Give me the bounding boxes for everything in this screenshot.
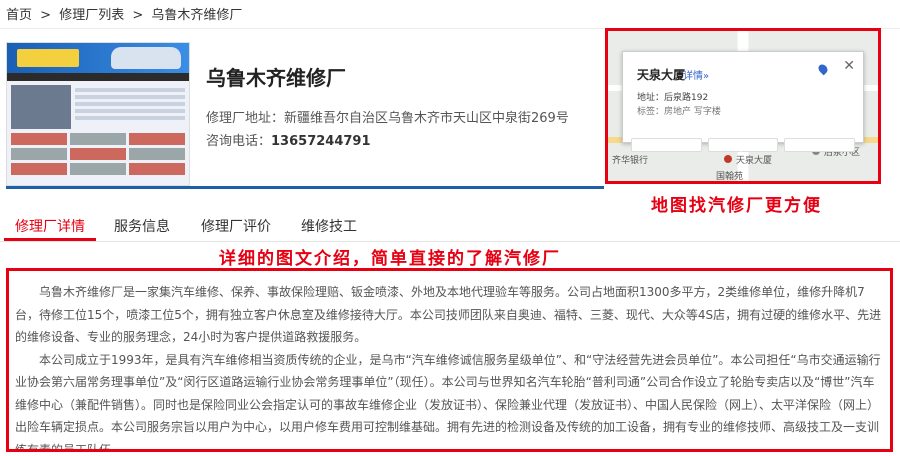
shop-phone: 咨询电话：13657244791 (206, 130, 371, 149)
tab-shop-reviews[interactable]: 修理厂评价 (201, 216, 271, 236)
map-marker-icon[interactable] (724, 155, 732, 163)
breadcrumb-separator: > (40, 8, 52, 23)
thumbnail-car-image (111, 47, 181, 69)
thumbnail-photo (11, 85, 71, 129)
header-accent-line (6, 186, 604, 189)
tab-bar: 修理厂详情 服务信息 修理厂评价 维修技工 (0, 208, 900, 242)
close-icon[interactable]: ✕ (843, 58, 855, 74)
map-label: 国翰苑 (716, 172, 744, 182)
breadcrumb-current: 乌鲁木齐维修厂 (151, 8, 243, 23)
popup-detail-link[interactable]: 详情» (683, 67, 709, 82)
tab-shop-details[interactable]: 修理厂详情 (15, 216, 85, 236)
shop-address: 修理厂地址：新疆维吾尔自治区乌鲁木齐市天山区中泉街269号 (206, 111, 569, 126)
promo-caption: 详细的图文介绍，简单直接的了解汽修厂 (219, 249, 561, 269)
thumbnail-gallery (7, 133, 189, 175)
active-tab-indicator (4, 238, 96, 241)
phone-label: 咨询电话： (206, 134, 272, 149)
thumbnail-nav (7, 73, 189, 81)
popup-action-button[interactable] (784, 138, 856, 152)
thumbnail-banner (7, 43, 189, 73)
popup-action-button[interactable] (631, 138, 702, 152)
breadcrumb-shop-list[interactable]: 修理厂列表 (59, 8, 124, 23)
popup-address: 地址：后泉路192 (637, 93, 709, 103)
breadcrumb-separator: > (132, 8, 144, 23)
shop-thumbnail[interactable] (6, 42, 190, 186)
phone-number[interactable]: 13657244791 (271, 134, 371, 149)
description-paragraph: 本公司成立于1993年，是具有汽车维修相当资质传统的企业，是乌市“汽车维修诚信服… (15, 352, 881, 452)
shop-description: 乌鲁木齐维修厂是一家集汽车维修、保养、事故保险理赔、钣金喷漆、外地及本地代理验车… (6, 268, 893, 452)
breadcrumb: 首页 > 修理厂列表 > 乌鲁木齐维修厂 (6, 4, 246, 23)
thumbnail-content (7, 81, 189, 133)
location-pin-icon (816, 62, 830, 76)
thumbnail-logo (17, 49, 79, 67)
map-label: 齐华银行 (612, 156, 649, 166)
popup-pointer (733, 142, 749, 152)
description-paragraph: 乌鲁木齐维修厂是一家集汽车维修、保养、事故保险理赔、钣金喷漆、外地及本地代理验车… (15, 285, 882, 344)
shop-title: 乌鲁木齐维修厂 (206, 66, 346, 90)
map-label: 天泉大厦 (736, 156, 773, 166)
thumbnail-text-lines (75, 85, 185, 129)
tab-service-info[interactable]: 服务信息 (114, 216, 170, 236)
popup-tags: 标签：房地产 写字楼 (637, 107, 721, 117)
tab-technicians[interactable]: 维修技工 (301, 216, 357, 236)
map-info-popup: 天泉大厦 详情» ✕ 地址：后泉路192 标签：房地产 写字楼 (622, 51, 864, 152)
breadcrumb-home[interactable]: 首页 (6, 8, 32, 23)
popup-title: 天泉大厦 (637, 68, 686, 82)
map-widget[interactable]: 齐华银行 天泉大厦 国翰苑 后泉小区 天泉大厦 详情» ✕ 地址：后泉路192 … (605, 28, 881, 184)
